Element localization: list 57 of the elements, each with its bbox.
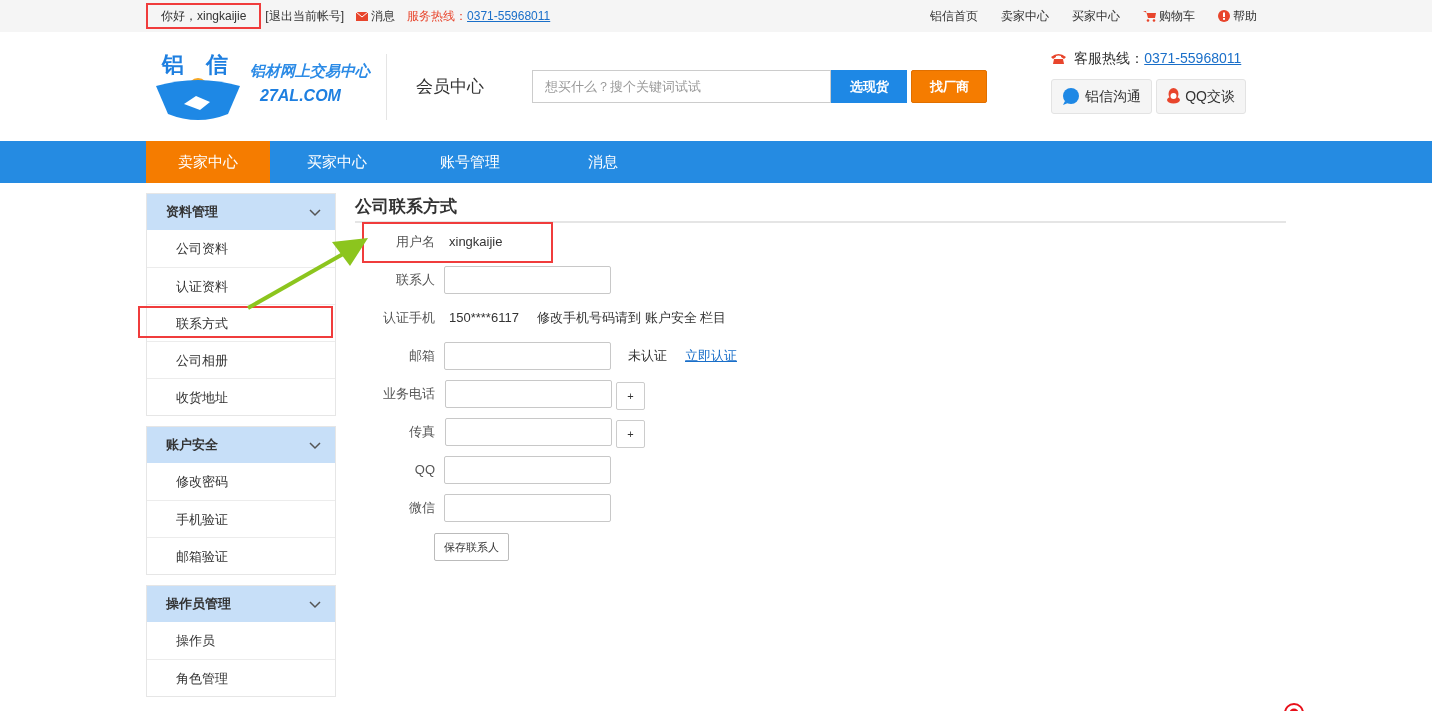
input-field[interactable]: [445, 418, 612, 446]
input-field[interactable]: [444, 456, 611, 484]
hotline-label: 服务热线：: [407, 8, 468, 25]
field-label: 认证手机: [382, 309, 435, 328]
logo-char: 信: [206, 53, 228, 76]
service-label: 客服热线：: [1074, 48, 1145, 68]
envelope-icon: [356, 11, 369, 21]
alert-icon: [1218, 10, 1230, 22]
add-button[interactable]: +: [616, 420, 645, 448]
target-icon: [1284, 703, 1304, 711]
input-field[interactable]: [444, 494, 611, 522]
greeting-text: 你好，xingkaijie: [146, 3, 262, 29]
logout-link[interactable]: [退出当前帐号]: [265, 7, 345, 25]
search-button[interactable]: 选现货: [831, 70, 907, 103]
field-label: 用户名: [395, 233, 435, 252]
save-button[interactable]: 保存联系人: [434, 533, 509, 561]
phone-value: 150****6117: [449, 309, 519, 328]
username-value: xingkaijie: [449, 233, 503, 252]
penguin-icon: [1167, 88, 1181, 104]
sidebar-group-header[interactable]: 账户安全: [147, 427, 335, 463]
nav-tab[interactable]: 买家中心: [270, 141, 403, 183]
field-label: QQ: [413, 461, 435, 480]
service-phone-link[interactable]: 0371-55968011: [1144, 47, 1242, 69]
logo-domain: 27AL.COM: [260, 85, 341, 106]
sidebar-group-header[interactable]: 操作员管理: [147, 586, 335, 622]
hotline-link[interactable]: 0371-55968011: [467, 7, 551, 25]
sidebar-group-header[interactable]: 资料管理: [147, 194, 335, 230]
section-title: 会员中心: [416, 75, 484, 98]
top-link[interactable]: 买家中心: [1072, 7, 1120, 25]
verify-status: 未认证: [628, 347, 667, 366]
field-label: 联系人: [395, 271, 435, 290]
cart-icon: [1143, 10, 1156, 22]
top-link[interactable]: 卖家中心: [1001, 7, 1049, 25]
field-label: 邮箱: [408, 347, 435, 366]
logo-tagline: 铝材网上交易中心: [250, 60, 370, 81]
top-link[interactable]: 帮助: [1218, 7, 1257, 25]
chat-button[interactable]: 铝信沟通: [1051, 78, 1153, 114]
messages-link[interactable]: 消息: [356, 7, 396, 25]
field-label: 业务电话: [382, 385, 435, 404]
field-label: 传真: [408, 423, 435, 442]
add-button[interactable]: +: [616, 382, 645, 410]
top-link[interactable]: 铝信首页: [930, 7, 978, 25]
logo-char: 铝: [162, 53, 184, 76]
chat-bubble-icon: [1062, 87, 1081, 105]
nav-tab[interactable]: 账号管理: [403, 141, 536, 183]
search-field[interactable]: 想买什么？搜个关键词试试: [532, 70, 831, 103]
phone-icon: [1051, 52, 1067, 64]
input-field[interactable]: [444, 342, 611, 370]
field-label: 微信: [408, 499, 435, 518]
verify-link[interactable]: 立即认证: [685, 346, 737, 366]
page-title: 公司联系方式: [355, 193, 1286, 223]
phone-note: 修改手机号码请到 账户安全 栏目: [536, 309, 727, 328]
chat-button[interactable]: QQ交谈: [1156, 78, 1246, 114]
top-link[interactable]: 购物车: [1143, 7, 1195, 25]
nav-tab[interactable]: 消息: [536, 141, 669, 183]
input-field[interactable]: [444, 266, 611, 294]
input-field[interactable]: [445, 380, 612, 408]
